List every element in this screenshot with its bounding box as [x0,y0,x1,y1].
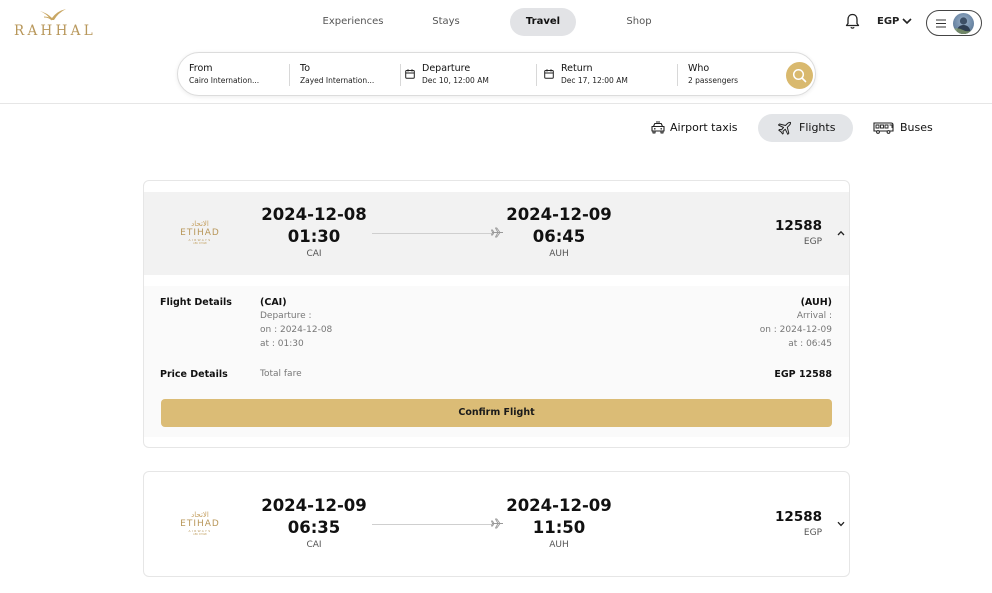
departure-field[interactable]: Departure Dec 10, 12:00 AM [422,63,489,86]
arrival-code-detail: (AUH) [800,297,832,308]
tab-airport-taxis-label: Airport taxis [670,121,738,134]
etihad-logo: الاتحاد ETIHAD AIRWAYS ABU DHABI [174,220,226,248]
from-field[interactable]: From Cairo Internation... [189,63,259,86]
price-currency: EGP [803,237,822,247]
flight-card: الاتحاد ETIHAD AIRWAYS ABU DHABI 2024-12… [143,471,850,577]
hamburger-icon [936,19,946,28]
tab-buses[interactable]: Buses [866,114,941,142]
airline-logo-tagline: ABU DHABI [192,242,208,245]
airline-logo-name: ETIHAD [180,228,220,238]
airline-logo-arabic: الاتحاد [191,511,209,519]
nav-stays[interactable]: Stays [415,8,477,36]
departure-airport-code: CAI [306,540,322,550]
arrival-airport-code: AUH [549,249,569,259]
airline-logo-arabic: الاتحاد [191,220,209,228]
price-details-heading: Price Details [160,369,228,380]
divider [677,64,678,86]
search-icon [792,68,807,83]
tab-airport-taxis[interactable]: Airport taxis [645,114,745,142]
search-button[interactable] [786,62,813,89]
flight-summary[interactable]: الاتحاد ETIHAD AIRWAYS ABU DHABI 2024-12… [144,483,849,566]
departure-time: 01:30 [287,227,341,246]
departure-date: 2024-12-09 [261,496,367,515]
flight-details-heading: Flight Details [160,297,232,308]
departure-detail-label: Departure : [260,311,312,321]
nav-travel[interactable]: Travel [510,8,576,36]
from-label: From [189,63,213,74]
departure-time: 06:35 [287,518,341,537]
divider [400,64,401,86]
return-field[interactable]: Return Dec 17, 12:00 AM [561,63,628,86]
chevron-down-icon[interactable] [902,17,912,25]
arrival-detail-time: at : 06:45 [788,339,832,349]
flight-price: 12588 [775,509,822,525]
airline-logo-name: ETIHAD [180,519,220,529]
rahhal-logo[interactable]: RAHHAL [14,8,93,40]
who-label: Who [688,63,710,74]
total-fare-label: Total fare [260,369,302,379]
route-line [372,524,492,525]
departure-label: Departure [422,63,471,74]
taxi-icon [651,121,665,134]
calendar-icon [405,69,415,79]
arrival-time: 11:50 [532,518,586,537]
plane-icon [778,121,792,135]
flight-details-panel: Flight Details (CAI) Departure : on : 20… [144,286,849,437]
arrival-time: 06:45 [532,227,586,246]
route-line [372,233,492,234]
flight-card: الاتحاد ETIHAD AIRWAYS ABU DHABI 2024-12… [143,180,850,448]
departure-code-detail: (CAI) [260,297,287,308]
divider [536,64,537,86]
travel-search-bar: From Cairo Internation... To Zayed Inter… [177,52,816,96]
total-fare-value: EGP 12588 [774,369,832,380]
etihad-logo: الاتحاد ETIHAD AIRWAYS ABU DHABI [174,511,226,539]
top-header: RAHHAL Experiences Stays Travel Shop EGP… [0,0,992,104]
confirm-flight-button[interactable]: Confirm Flight [161,399,832,427]
profile-menu-button[interactable] [926,10,982,36]
flight-summary[interactable]: الاتحاد ETIHAD AIRWAYS ABU DHABI 2024-12… [144,192,849,275]
divider [289,64,290,86]
price-currency: EGP [803,528,822,538]
chevron-up-icon[interactable] [837,230,845,236]
arrival-detail-label: Arrival : [796,311,832,321]
departure-date: 2024-12-08 [261,205,367,224]
nav-experiences[interactable]: Experiences [309,8,397,36]
avatar [953,13,974,34]
bus-icon [873,122,894,134]
airline-logo-tagline: ABU DHABI [192,533,208,536]
arrival-airport-code: AUH [549,540,569,550]
departure-value: Dec 10, 12:00 AM [422,76,489,85]
return-value: Dec 17, 12:00 AM [561,76,628,85]
currency-selector[interactable]: EGP [877,16,899,27]
bell-icon[interactable] [845,13,860,30]
departure-detail-time: at : 01:30 [260,339,304,349]
nav-shop[interactable]: Shop [608,8,670,36]
tab-buses-label: Buses [900,121,933,134]
departure-detail-date: on : 2024-12-08 [260,325,333,335]
who-value: 2 passengers [688,76,739,85]
arrival-date: 2024-12-09 [506,205,612,224]
brand-name: RAHHAL [14,23,96,39]
arrival-date: 2024-12-09 [506,496,612,515]
flight-price: 12588 [775,218,822,234]
tab-flights[interactable]: Flights [758,114,853,142]
who-field[interactable]: Who 2 passengers [688,63,738,86]
return-label: Return [561,63,593,74]
from-value: Cairo Internation... [189,76,260,85]
arrival-detail-date: on : 2024-12-09 [759,325,832,335]
to-label: To [300,63,311,74]
departure-airport-code: CAI [306,249,322,259]
to-field[interactable]: To Zayed Internation... [300,63,374,86]
calendar-icon [544,69,554,79]
to-value: Zayed Internation... [300,76,375,85]
chevron-down-icon[interactable] [837,521,845,527]
tab-flights-label: Flights [799,121,836,134]
bird-logo-icon [40,9,66,21]
